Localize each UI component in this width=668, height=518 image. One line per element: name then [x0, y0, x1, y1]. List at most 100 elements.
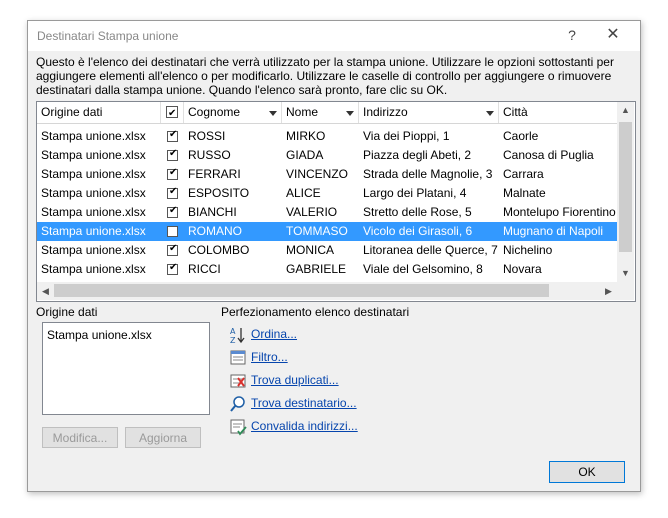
dropdown-arrow-icon[interactable]	[346, 111, 354, 116]
cell-address: Piazza degli Abeti, 2	[363, 148, 472, 162]
header-city-label: Città	[503, 105, 528, 119]
cell-city: Caorle	[503, 129, 539, 143]
cell-surname: BIANCHI	[188, 205, 237, 219]
cell-origin: Stampa unione.xlsx	[41, 224, 146, 238]
window-title: Destinatari Stampa unione	[37, 29, 179, 43]
header-city[interactable]: Città	[499, 102, 617, 123]
grid-body: Origine dati Cognome Nome Indirizzo	[37, 102, 617, 282]
refine-group-label: Perfezionamento elenco destinatari	[221, 305, 410, 319]
table-row[interactable]: Stampa unione.xlsx FERRARI VINCENZO Strada …	[37, 165, 617, 184]
table-row[interactable]: Stampa unione.xlsx COLOMBO MONICA Litoranea…	[37, 241, 617, 260]
horizontal-scroll-thumb[interactable]	[54, 284, 549, 297]
cell-city: Nichelino	[503, 243, 553, 257]
mail-merge-recipients-dialog: Destinatari Stampa unione ? ✕ Questo è l…	[27, 20, 641, 492]
sort-az-icon: A Z	[230, 327, 245, 344]
scroll-left-icon[interactable]: ◀	[37, 282, 54, 300]
filter-icon	[230, 350, 246, 365]
cell-origin: Stampa unione.xlsx	[41, 186, 146, 200]
row-include-checkbox[interactable]	[167, 262, 178, 275]
cell-name: VINCENZO	[286, 167, 349, 181]
cell-address: Via dei Pioppi, 1	[363, 129, 450, 143]
cell-origin: Stampa unione.xlsx	[41, 148, 146, 162]
sort-link[interactable]: Ordina...	[251, 327, 297, 341]
svg-text:Z: Z	[230, 336, 236, 344]
table-row[interactable]: Stampa unione.xlsx RICCI GABRIELE Viale del…	[37, 260, 617, 279]
edit-button[interactable]: Modifica...	[42, 427, 118, 448]
cell-name: ALICE	[286, 186, 321, 200]
header-surname-label: Cognome	[188, 105, 241, 119]
filter-link[interactable]: Filtro...	[251, 350, 288, 364]
header-checkbox-column[interactable]	[161, 102, 184, 124]
dropdown-arrow-icon[interactable]	[486, 111, 494, 116]
cell-surname: FERRARI	[188, 167, 241, 181]
scroll-up-icon[interactable]: ▲	[617, 102, 634, 119]
cell-name: VALERIO	[286, 205, 338, 219]
find-duplicates-link[interactable]: Trova duplicati...	[251, 373, 339, 387]
vertical-scrollbar[interactable]: ▲ ▼	[617, 102, 634, 282]
header-name[interactable]: Nome	[282, 102, 359, 123]
header-address-label: Indirizzo	[363, 105, 408, 119]
scrollbar-corner	[617, 282, 634, 300]
cell-origin: Stampa unione.xlsx	[41, 129, 146, 143]
scroll-right-icon[interactable]: ▶	[600, 282, 617, 300]
cell-origin: Stampa unione.xlsx	[41, 243, 146, 257]
row-include-checkbox[interactable]	[167, 186, 178, 199]
help-button[interactable]: ?	[559, 24, 585, 46]
cell-name: MIRKO	[286, 129, 326, 143]
row-include-checkbox[interactable]	[167, 243, 178, 256]
table-row[interactable]: Stampa unione.xlsx ROSSI MIRKO Via dei Piop…	[37, 127, 617, 146]
table-row[interactable]: Stampa unione.xlsx RUSSO GIADA Piazza degli…	[37, 146, 617, 165]
cell-surname: RUSSO	[188, 148, 231, 162]
row-include-checkbox[interactable]	[167, 148, 178, 161]
cell-city: Malnate	[503, 186, 546, 200]
cell-address: Largo dei Platani, 4	[363, 186, 467, 200]
cell-name: MONICA	[286, 243, 334, 257]
cell-city: Montelupo Fiorentino	[503, 205, 616, 219]
cell-name: TOMMASO	[286, 224, 348, 238]
ok-button[interactable]: OK	[549, 461, 625, 483]
header-origin[interactable]: Origine dati	[37, 102, 161, 123]
data-source-list[interactable]: Stampa unione.xlsx	[42, 322, 210, 415]
table-row[interactable]: Stampa unione.xlsx ROMANO TOMMASO Vicolo de…	[37, 222, 617, 241]
row-include-checkbox[interactable]	[167, 167, 178, 180]
close-button[interactable]: ✕	[600, 24, 626, 46]
row-include-checkbox[interactable]	[167, 226, 178, 237]
vertical-scroll-thumb[interactable]	[619, 122, 632, 252]
cell-surname: ROMANO	[188, 224, 242, 238]
cell-name: GABRIELE	[286, 262, 347, 276]
horizontal-scrollbar[interactable]: ◀ ▶	[37, 282, 617, 300]
row-include-checkbox[interactable]	[167, 205, 178, 218]
cell-surname: RICCI	[188, 262, 221, 276]
table-row[interactable]: Stampa unione.xlsx BIANCHI VALERIO Stretto …	[37, 203, 617, 222]
svg-text:A: A	[230, 327, 236, 336]
data-source-item[interactable]: Stampa unione.xlsx	[47, 328, 152, 342]
cell-address: Strada delle Magnolie, 3	[363, 167, 493, 181]
select-all-checkbox[interactable]	[166, 104, 178, 124]
cell-city: Novara	[503, 262, 542, 276]
table-row[interactable]: Stampa unione.xlsx ESPOSITO ALICE Largo dei…	[37, 184, 617, 203]
cell-address: Vicolo dei Girasoli, 6	[363, 224, 473, 238]
cell-origin: Stampa unione.xlsx	[41, 167, 146, 181]
header-address[interactable]: Indirizzo	[359, 102, 499, 123]
cell-city: Mugnano di Napoli	[503, 224, 604, 238]
cell-address: Viale del Gelsomino, 8	[363, 262, 483, 276]
scroll-down-icon[interactable]: ▼	[617, 265, 634, 282]
cell-city: Carrara	[503, 167, 544, 181]
cell-name: GIADA	[286, 148, 324, 162]
row-include-checkbox[interactable]	[167, 129, 178, 142]
refresh-button[interactable]: Aggiorna	[125, 427, 201, 448]
find-recipient-link[interactable]: Trova destinatario...	[251, 396, 357, 410]
find-recipient-icon	[230, 396, 245, 412]
cell-origin: Stampa unione.xlsx	[41, 262, 146, 276]
validate-addresses-link[interactable]: Convalida indirizzi...	[251, 419, 358, 433]
header-origin-label: Origine dati	[41, 105, 103, 119]
dropdown-arrow-icon[interactable]	[269, 111, 277, 116]
cell-address: Litoranea delle Querce, 7	[363, 243, 498, 257]
grid-header: Origine dati Cognome Nome Indirizzo	[37, 102, 617, 124]
cell-address: Stretto delle Rose, 5	[363, 205, 472, 219]
validate-addresses-icon	[230, 419, 247, 436]
header-surname[interactable]: Cognome	[184, 102, 282, 123]
instructions-text: Questo è l'elenco dei destinatari che ve…	[36, 55, 614, 97]
recipients-grid: Origine dati Cognome Nome Indirizzo	[36, 101, 636, 302]
find-duplicates-icon	[230, 374, 246, 388]
